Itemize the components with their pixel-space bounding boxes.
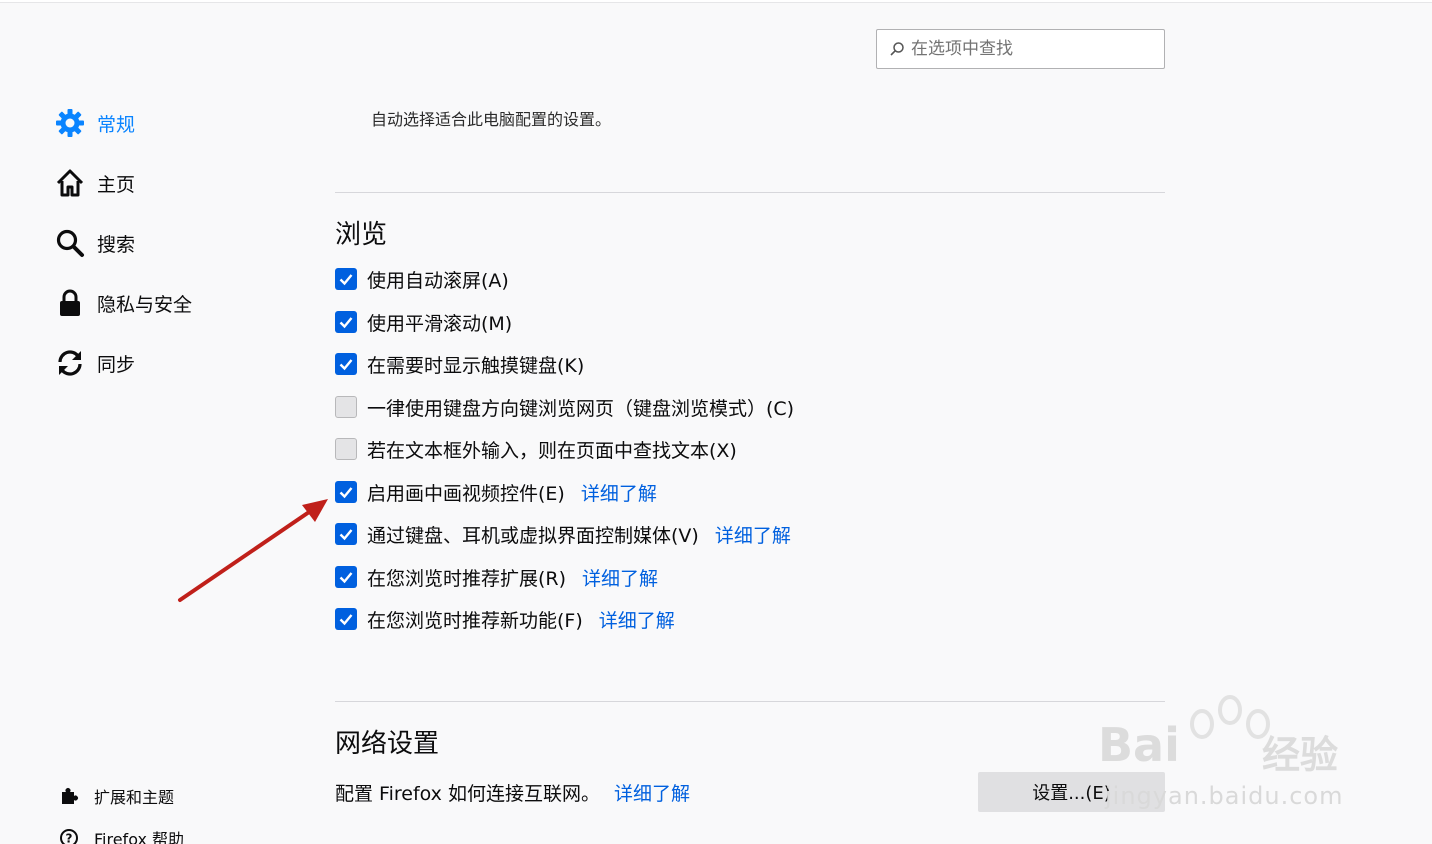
sidebar-item-label: 搜索 (97, 233, 136, 256)
option-label: 在您浏览时推荐扩展(R) (367, 567, 567, 590)
watermark-brand-cn: 经验 (1262, 733, 1339, 777)
sidebar-item-label: 主页 (97, 173, 136, 196)
network-description: 配置 Firefox 如何连接互联网。 (335, 783, 600, 805)
option-label: 在需要时显示触摸键盘(K) (367, 354, 585, 377)
option-label: 一律使用键盘方向键浏览网页（键盘浏览模式）(C) (367, 397, 795, 420)
sidebar-item-privacy[interactable]: 隐私与安全 (54, 285, 192, 321)
option-recommend-features[interactable]: 在您浏览时推荐新功能(F) 详细了解 (335, 606, 675, 633)
firefox-help-link[interactable]: ? Firefox 帮助 (58, 826, 184, 844)
sidebar-item-search[interactable]: 搜索 (54, 225, 135, 261)
sync-icon (54, 347, 86, 379)
sidebar-item-home[interactable]: 主页 (54, 165, 135, 201)
extensions-label: 扩展和主题 (94, 788, 175, 807)
sidebar-item-label: 同步 (97, 353, 136, 376)
watermark-brand: Bai (1098, 718, 1180, 772)
option-label: 使用平滑滚动(M) (367, 312, 513, 335)
checkbox[interactable] (335, 268, 357, 290)
option-label: 若在文本框外输入，则在页面中查找文本(X) (367, 439, 737, 462)
divider (335, 192, 1165, 193)
option-recommend-extensions[interactable]: 在您浏览时推荐扩展(R) 详细了解 (335, 564, 658, 591)
option-label: 启用画中画视频控件(E) (367, 482, 565, 505)
checkbox[interactable] (335, 608, 357, 630)
help-label: Firefox 帮助 (94, 830, 185, 844)
annotation-arrow-icon (178, 499, 328, 602)
sidebar-item-general[interactable]: 常规 (54, 105, 135, 141)
checkbox[interactable] (335, 438, 357, 460)
gear-icon (54, 107, 86, 139)
option-smooth-scrolling[interactable]: 使用平滑滚动(M) (335, 310, 513, 335)
watermark-url: jingyan.baidu.com (1105, 782, 1344, 810)
puzzle-icon (58, 785, 80, 807)
search-box[interactable] (876, 29, 1165, 69)
home-icon (54, 167, 86, 199)
preferences-page: 常规 主页 搜索 隐私与安全 (0, 0, 1432, 844)
performance-description: 自动选择适合此电脑配置的设置。 (371, 110, 612, 129)
option-autoscroll[interactable]: 使用自动滚屏(A) (335, 267, 509, 292)
search-icon (890, 42, 904, 56)
extensions-themes-link[interactable]: 扩展和主题 (58, 784, 174, 808)
browsing-section-title: 浏览 (335, 220, 388, 250)
help-icon: ? (58, 827, 80, 844)
option-search-start-typing[interactable]: 若在文本框外输入，则在页面中查找文本(X) (335, 437, 737, 462)
checkbox[interactable] (335, 311, 357, 333)
learn-more-link[interactable]: 详细了解 (581, 479, 657, 506)
network-section-title: 网络设置 (335, 729, 440, 759)
checkbox[interactable] (335, 353, 357, 375)
option-label: 在您浏览时推荐新功能(F) (367, 609, 583, 632)
top-border (0, 0, 1432, 3)
option-touch-keyboard[interactable]: 在需要时显示触摸键盘(K) (335, 352, 585, 377)
option-media-control[interactable]: 通过键盘、耳机或虚拟界面控制媒体(V) 详细了解 (335, 521, 791, 548)
learn-more-link[interactable]: 详细了解 (582, 564, 658, 591)
sidebar-item-sync[interactable]: 同步 (54, 345, 135, 381)
sidebar-item-label: 隐私与安全 (97, 293, 193, 316)
lock-icon (54, 287, 86, 319)
learn-more-link[interactable]: 详细了解 (599, 606, 675, 633)
sidebar-item-label: 常规 (97, 113, 136, 136)
option-caret-browsing[interactable]: 一律使用键盘方向键浏览网页（键盘浏览模式）(C) (335, 395, 795, 420)
option-label: 通过键盘、耳机或虚拟界面控制媒体(V) (367, 524, 699, 547)
network-learn-more-link[interactable]: 详细了解 (614, 779, 690, 806)
network-description-row: 配置 Firefox 如何连接互联网。 详细了解 (335, 779, 690, 806)
divider (335, 701, 1165, 702)
learn-more-link[interactable]: 详细了解 (715, 521, 791, 548)
checkbox[interactable] (335, 396, 357, 418)
search-input[interactable] (911, 39, 1151, 59)
svg-text:?: ? (66, 832, 73, 844)
search-icon (54, 227, 86, 259)
option-picture-in-picture[interactable]: 启用画中画视频控件(E) 详细了解 (335, 479, 657, 506)
option-label: 使用自动滚屏(A) (367, 269, 509, 292)
